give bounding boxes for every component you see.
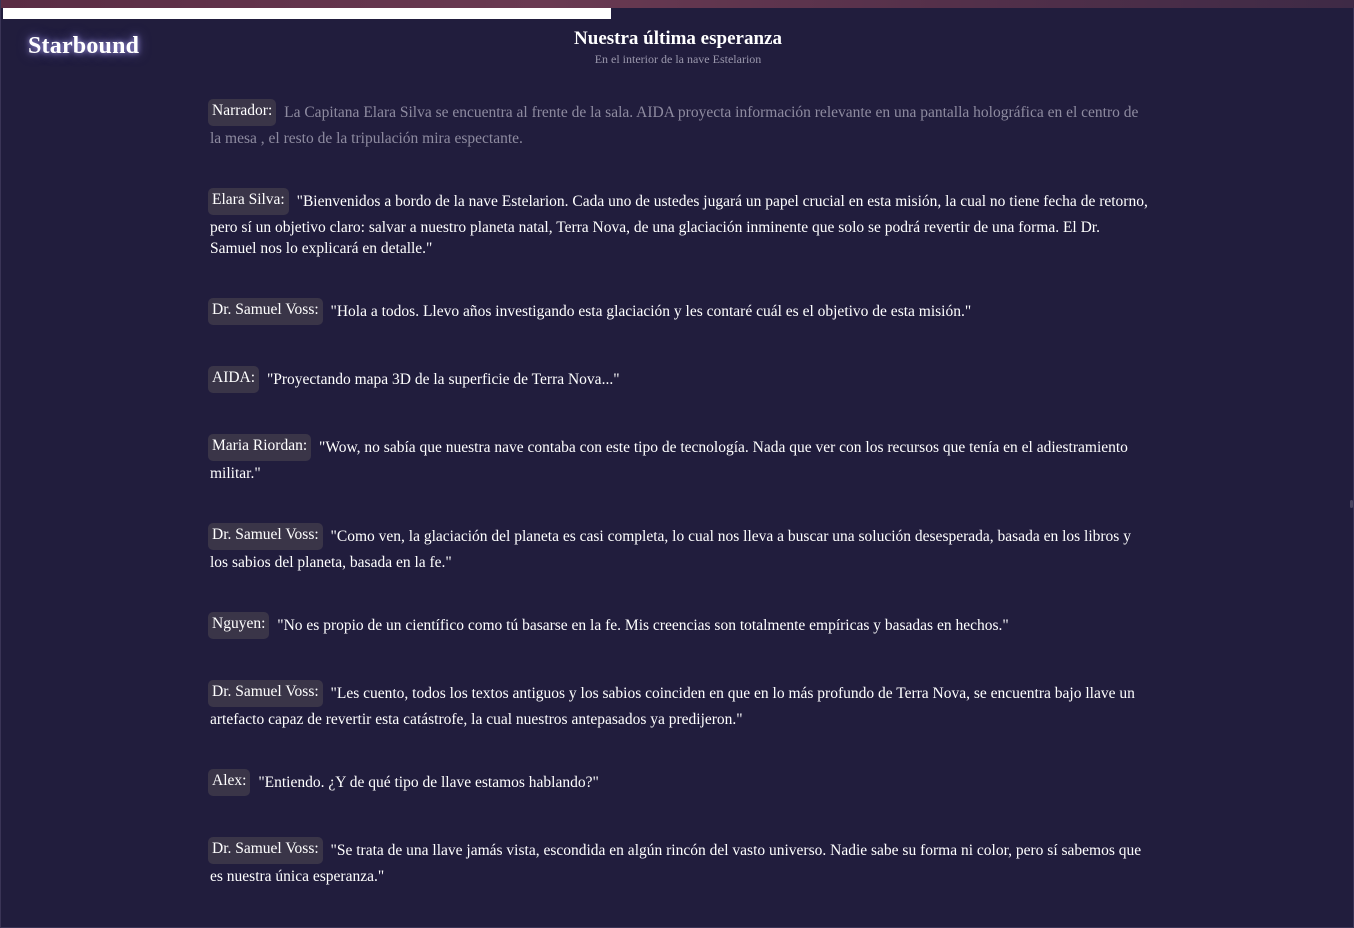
dialogue-line: Dr. Samuel Voss: "Hola a todos. Llevo añ… bbox=[208, 298, 1148, 327]
dialogue-text: "Como ven, la glaciación del planeta es … bbox=[210, 528, 1131, 571]
dialogue-text: "Entiendo. ¿Y de qué tipo de llave estam… bbox=[258, 774, 599, 791]
speaker-badge: AIDA: bbox=[208, 366, 260, 393]
dialogue-line: Narrador: La Capitana Elara Silva se enc… bbox=[208, 99, 1148, 149]
dialogue-text: "Les cuento, todos los textos antiguos y… bbox=[210, 685, 1135, 728]
speaker-badge: Dr. Samuel Voss: bbox=[208, 680, 323, 707]
dialogue-line: Dr. Samuel Voss: "Se trata de una llave … bbox=[208, 837, 1148, 887]
game-screen: Starbound Nuestra última esperanza En el… bbox=[0, 0, 1354, 928]
dialogue-text: La Capitana Elara Silva se encuentra al … bbox=[210, 104, 1139, 147]
scene-header: Nuestra última esperanza En el interior … bbox=[1, 28, 1354, 67]
speaker-badge: Alex: bbox=[208, 769, 251, 796]
top-border-strip bbox=[1, 0, 1354, 8]
dialogue-line: Dr. Samuel Voss: "Como ven, la glaciació… bbox=[208, 523, 1148, 573]
dialogue-line: AIDA: "Proyectando mapa 3D de la superfi… bbox=[208, 366, 1148, 395]
dialogue-text: "No es propio de un científico como tú b… bbox=[277, 617, 1009, 634]
dialogue-line: Elara Silva: "Bienvenidos a bordo de la … bbox=[208, 188, 1148, 259]
speaker-badge: Maria Riordan: bbox=[208, 434, 312, 461]
dialogue-text: "Hola a todos. Llevo años investigando e… bbox=[330, 303, 972, 320]
story-progress-fill bbox=[3, 8, 611, 19]
dialogue-text: "Se trata de una llave jamás vista, esco… bbox=[210, 842, 1142, 885]
dialogue-log: Narrador: La Capitana Elara Silva se enc… bbox=[208, 99, 1148, 928]
speaker-badge: Narrador: bbox=[208, 99, 277, 126]
dialogue-line: Alex: "Entiendo. ¿Y de qué tipo de llave… bbox=[208, 769, 1148, 798]
speaker-badge: Dr. Samuel Voss: bbox=[208, 298, 323, 325]
scene-title: Nuestra última esperanza bbox=[574, 28, 782, 49]
dialogue-text: "Bienvenidos a bordo de la nave Estelari… bbox=[210, 193, 1148, 257]
scrollbar-thumb[interactable] bbox=[1350, 500, 1353, 508]
speaker-badge: Dr. Samuel Voss: bbox=[208, 523, 323, 550]
dialogue-text: "Proyectando mapa 3D de la superficie de… bbox=[266, 371, 620, 388]
dialogue-line: Dr. Samuel Voss: "Les cuento, todos los … bbox=[208, 680, 1148, 730]
dialogue-text: "Wow, no sabía que nuestra nave contaba … bbox=[210, 439, 1128, 482]
speaker-badge: Nguyen: bbox=[208, 612, 270, 639]
dialogue-line: Maria Riordan: "Wow, no sabía que nuestr… bbox=[208, 434, 1148, 484]
speaker-badge: Dr. Samuel Voss: bbox=[208, 837, 323, 864]
scene-subtitle: En el interior de la nave Estelarion bbox=[594, 52, 762, 66]
dialogue-line: Nguyen: "No es propio de un científico c… bbox=[208, 612, 1148, 641]
story-progress-bar bbox=[3, 8, 1353, 19]
speaker-badge: Elara Silva: bbox=[208, 188, 289, 215]
